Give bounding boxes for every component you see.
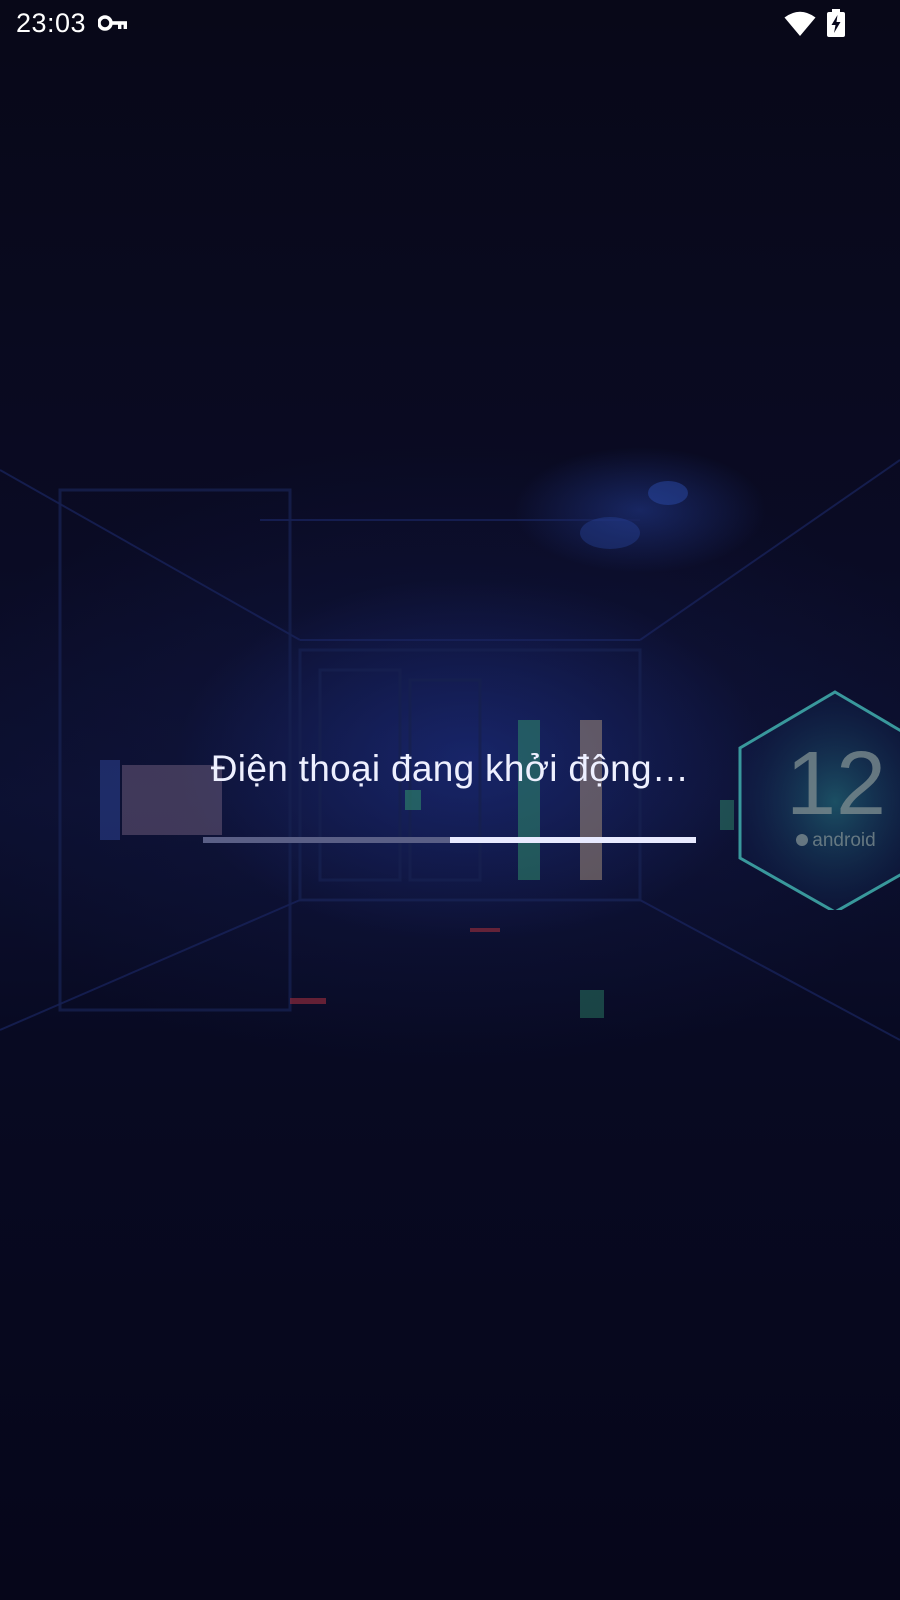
wifi-icon (784, 11, 816, 36)
android-logo-icon (796, 834, 808, 846)
boot-progress-indicator (449, 837, 696, 843)
key-icon (98, 15, 127, 31)
boot-progress-bar (203, 837, 696, 843)
status-time: 23:03 (16, 8, 87, 38)
boot-message: Điện thoại đang khởi động… (210, 748, 690, 789)
badge-label: android (812, 830, 875, 851)
boot-screen: 12 android 23:03 Điện thoại đang khởi độ… (0, 0, 900, 1600)
battery-charging-icon (827, 9, 845, 37)
android-12-badge: 12 android (738, 690, 900, 910)
status-bar: 23:03 (0, 0, 900, 48)
